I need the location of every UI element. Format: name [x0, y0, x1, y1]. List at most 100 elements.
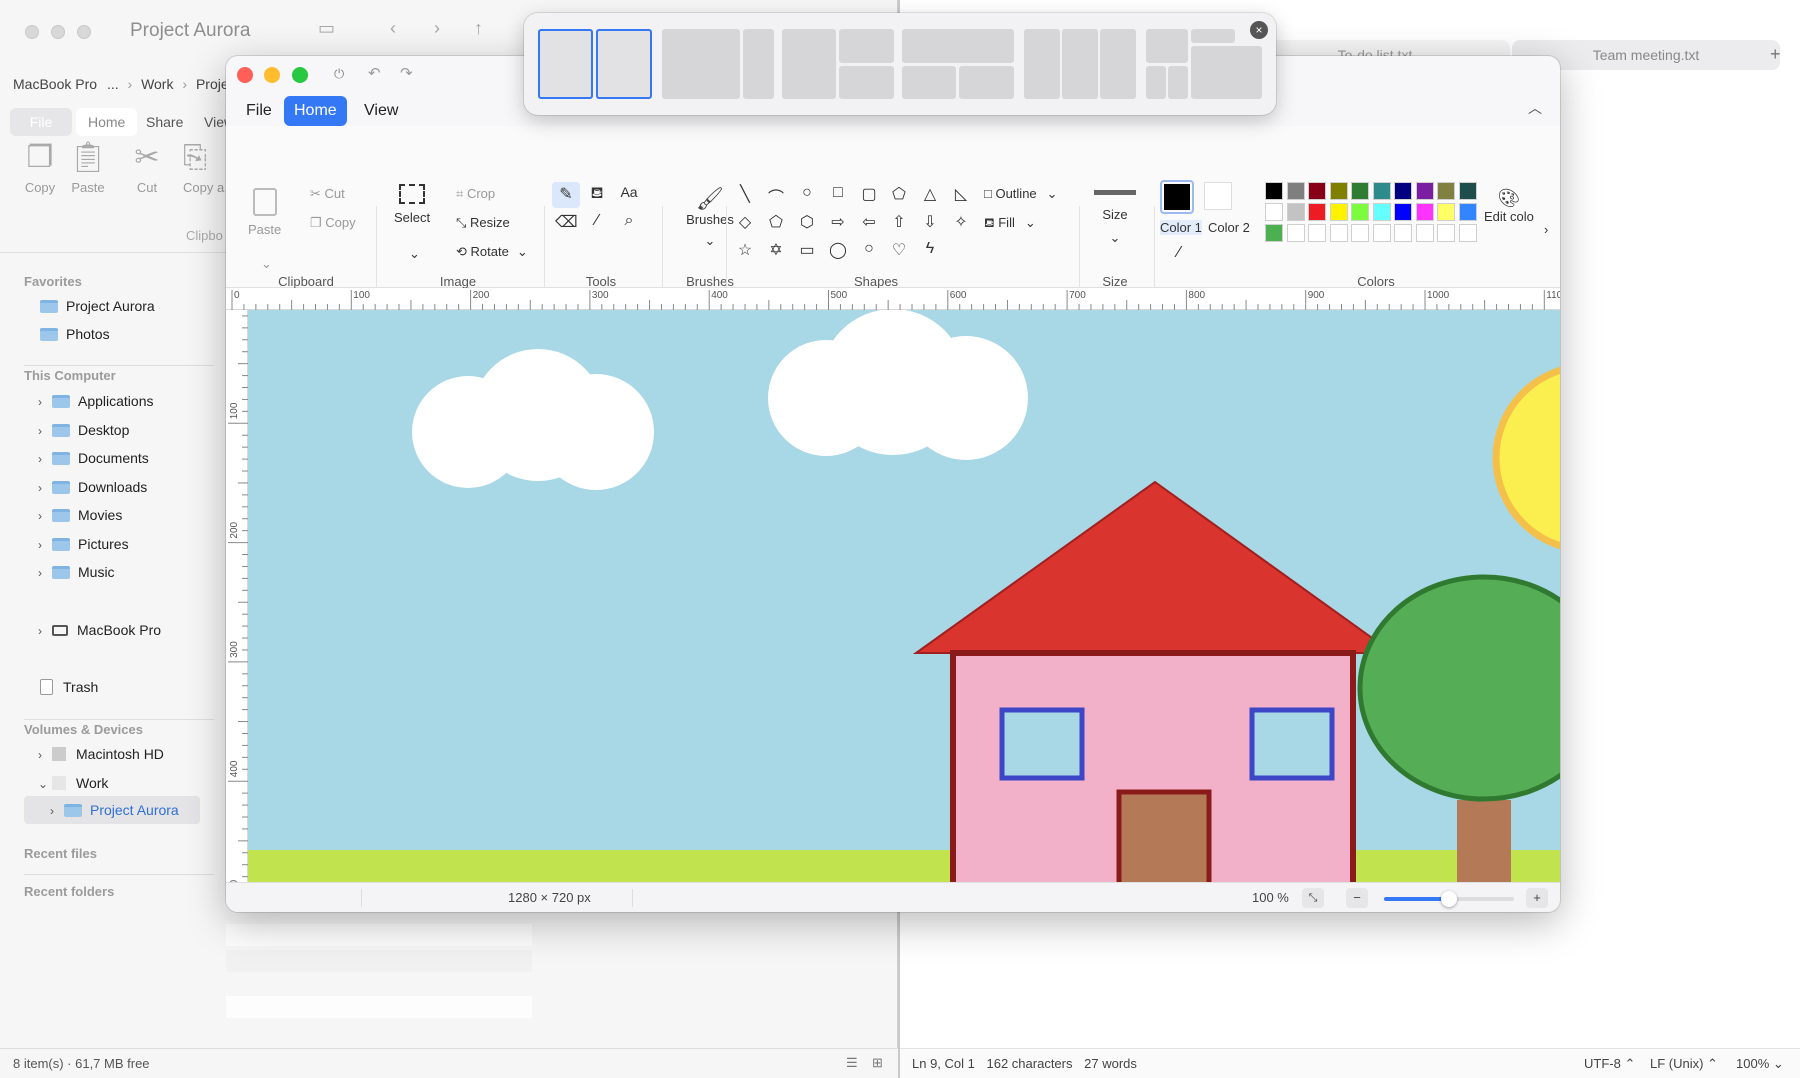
zoom-slider[interactable] [1384, 891, 1514, 907]
layout-cell[interactable] [1062, 29, 1098, 99]
chevron-right-icon[interactable]: › [38, 743, 52, 767]
sidebar-item-project-aurora-volume[interactable]: › Project Aurora [50, 798, 179, 822]
palette-swatch[interactable] [1308, 203, 1326, 221]
palette-swatch[interactable] [1351, 182, 1369, 200]
chevron-right-icon[interactable]: › [38, 419, 52, 443]
pencil-icon[interactable]: ✎ [555, 184, 577, 204]
chevron-right-icon[interactable]: › [38, 533, 52, 557]
tab-file[interactable]: File [10, 108, 72, 136]
palette-swatch[interactable] [1286, 203, 1305, 221]
palette-swatch[interactable] [1351, 203, 1369, 221]
sidebar-item-photos[interactable]: Photos [40, 322, 110, 346]
magnifier-icon[interactable]: ⌕ [618, 212, 640, 230]
color2-label[interactable]: Color 2 [1208, 220, 1250, 235]
breadcrumb-item[interactable]: ... [107, 76, 119, 92]
copy-button[interactable]: ❐ Copy [310, 215, 356, 231]
select-button[interactable]: Select [394, 184, 430, 225]
palette-swatch[interactable] [1437, 182, 1455, 200]
close-button[interactable] [25, 25, 39, 39]
four-point-star-icon[interactable]: ✧ [950, 212, 972, 232]
palette-swatch[interactable] [1394, 203, 1412, 221]
layout-cell-right[interactable] [596, 29, 652, 99]
chevron-right-icon[interactable]: › [50, 799, 64, 823]
minimize-button[interactable] [51, 25, 65, 39]
chevron-right-icon[interactable]: › [38, 447, 52, 471]
layout-cell[interactable] [839, 66, 894, 99]
palette-swatch[interactable] [1286, 224, 1305, 242]
line-shape-icon[interactable]: ╲ [734, 184, 756, 204]
palette-swatch[interactable] [1351, 224, 1369, 242]
encoding-select[interactable]: UTF-8 ⌃ [1584, 1056, 1635, 1072]
layout-cell[interactable] [1191, 29, 1235, 43]
palette-swatch[interactable] [1372, 203, 1391, 221]
palette-swatch[interactable] [1458, 182, 1477, 200]
chevron-right-icon[interactable]: › [38, 476, 52, 500]
palette-swatch[interactable] [1372, 224, 1391, 242]
layout-cell[interactable] [839, 29, 894, 63]
chevron-right-icon[interactable]: › [38, 619, 52, 643]
palette-swatch[interactable] [1308, 224, 1326, 242]
layout-cell[interactable] [1024, 29, 1060, 99]
redo-icon[interactable]: ↷ [400, 64, 413, 82]
layout-cell-left[interactable] [538, 29, 593, 99]
zoom-slider-thumb[interactable] [1441, 891, 1457, 907]
eraser-icon[interactable]: ⌫ [555, 212, 578, 232]
cut-button[interactable]: ✂ Cut [127, 138, 167, 195]
zoom-button[interactable] [292, 67, 308, 83]
drawing-canvas[interactable] [248, 310, 1560, 912]
sidebar-item-macintosh-hd[interactable]: › Macintosh HD [38, 742, 164, 766]
palette-swatch[interactable] [1372, 182, 1391, 200]
tab-share[interactable]: Share [134, 108, 195, 136]
sidebar-item-documents[interactable]: › Documents [38, 446, 149, 470]
palette-swatch[interactable] [1329, 182, 1348, 200]
zoom-select[interactable]: 100% ⌄ [1736, 1056, 1784, 1072]
color2-swatch[interactable] [1204, 182, 1232, 210]
grid-view-icon[interactable]: ⊞ [872, 1055, 883, 1071]
right-triangle-icon[interactable]: ◺ [950, 184, 972, 204]
minimize-button[interactable] [264, 67, 280, 83]
zoom-button[interactable] [77, 25, 91, 39]
layout-grid-mixed[interactable] [1146, 29, 1262, 99]
chevron-down-icon[interactable]: ⌄ [409, 246, 420, 262]
sidebar-item-desktop[interactable]: › Desktop [38, 418, 129, 442]
six-point-star-icon[interactable]: ✡ [765, 240, 787, 260]
palette-swatch[interactable] [1415, 224, 1434, 242]
palette-swatch[interactable] [1415, 182, 1434, 200]
palette-swatch[interactable] [1394, 224, 1412, 242]
up-arrow-icon[interactable]: ↑ [474, 18, 483, 39]
layout-cell[interactable] [1191, 46, 1262, 99]
layout-cell[interactable] [902, 66, 956, 99]
sidebar-item-project-aurora[interactable]: Project Aurora [40, 294, 155, 318]
sidebar-item-movies[interactable]: › Movies [38, 503, 122, 527]
back-icon[interactable]: ‹ [390, 18, 396, 39]
arrow-up-icon[interactable]: ⇧ [888, 212, 910, 232]
tab-home[interactable]: Home [76, 108, 138, 136]
palette-swatch[interactable] [1265, 203, 1283, 221]
palette-swatch[interactable] [1415, 203, 1434, 221]
palette-swatch[interactable] [1437, 203, 1455, 221]
resize-button[interactable]: ⤡ Resize [456, 215, 510, 231]
rounded-rectangle-icon[interactable]: ▢ [858, 184, 880, 204]
palette-swatch[interactable] [1394, 182, 1412, 200]
diamond-shape-icon[interactable]: ◇ [734, 212, 756, 232]
layout-cell[interactable] [1146, 66, 1166, 99]
text-tool-icon[interactable]: Aa [618, 184, 640, 200]
paste-button[interactable]: 📋︎ Paste [68, 138, 108, 195]
close-button[interactable] [237, 67, 253, 83]
layout-cell[interactable] [782, 29, 836, 99]
layout-cell[interactable] [743, 29, 774, 99]
arrow-down-icon[interactable]: ⇩ [919, 212, 941, 232]
outline-dropdown[interactable]: □ Outline ⌄ [984, 186, 1058, 202]
layout-cell[interactable] [959, 66, 1014, 99]
callout-cloud-icon[interactable]: ○ [858, 240, 880, 258]
layout-cell[interactable] [1146, 29, 1188, 63]
chevron-right-icon[interactable]: › [38, 504, 52, 528]
undo-icon[interactable]: ↶ [368, 64, 381, 82]
arrow-left-icon[interactable]: ⇦ [858, 212, 880, 232]
chevron-right-icon[interactable]: › [38, 561, 52, 585]
palette-swatch[interactable] [1265, 182, 1283, 200]
palette-swatch[interactable] [1286, 182, 1305, 200]
paste-button[interactable]: Paste [248, 188, 281, 237]
palette-swatch[interactable] [1329, 203, 1348, 221]
layout-cell[interactable] [662, 29, 740, 99]
